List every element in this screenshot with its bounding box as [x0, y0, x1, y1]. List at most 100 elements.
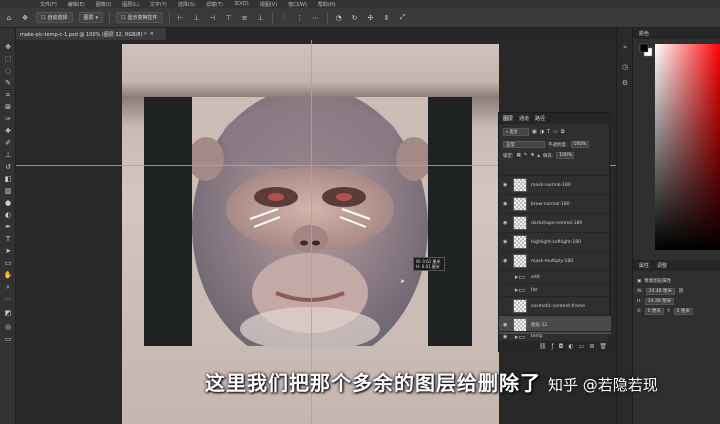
3d-pan-icon[interactable]: ✣ [366, 13, 376, 23]
visibility-eye-icon[interactable]: ◉ [503, 220, 509, 226]
menu-item-file[interactable]: 文件(F) [40, 1, 57, 8]
new-group-icon[interactable]: ▭ [579, 343, 585, 350]
filter-adjust-icon[interactable]: ◑ [540, 129, 544, 135]
blur-tool-icon[interactable]: ● [3, 198, 13, 208]
collapse-icon[interactable]: » [620, 42, 630, 52]
add-mask-icon[interactable]: ◘ [559, 343, 564, 350]
layer-row[interactable]: cosmetic-content-frame [499, 296, 611, 315]
height-input[interactable]: 24.48 厘米 [644, 297, 675, 305]
settings-icon[interactable]: ⚙ [620, 78, 630, 88]
menu-item-help[interactable]: 帮助(H) [318, 1, 336, 8]
brush-tool-icon[interactable]: ✐ [3, 138, 13, 148]
color-picker-field[interactable] [655, 44, 720, 250]
opacity-input[interactable]: 100% [570, 141, 589, 148]
tab-channels[interactable]: 通道 [519, 115, 529, 122]
screen-mode-icon[interactable]: ▭ [3, 334, 13, 344]
lock-all-icon[interactable]: 🔒︎ [537, 153, 539, 159]
more-tools-icon[interactable]: ⋯ [3, 294, 13, 304]
path-select-tool-icon[interactable]: ➤ [3, 246, 13, 256]
3d-mode-icon[interactable]: ◔ [334, 13, 344, 23]
more-options-icon[interactable]: ⋯ [311, 13, 321, 23]
move-tool-icon[interactable]: ✥ [3, 42, 13, 52]
menu-item-layer[interactable]: 图层(L) [122, 1, 139, 8]
fill-input[interactable]: 100% [556, 152, 575, 159]
show-transform-checkbox[interactable]: ☐ 显示变换控件 [116, 12, 163, 23]
lasso-tool-icon[interactable]: ◌ [3, 66, 13, 76]
width-input[interactable]: 24.48 厘米 [645, 287, 676, 295]
link-icon[interactable]: ⛓ [678, 289, 684, 294]
dodge-tool-icon[interactable]: ◐ [3, 210, 13, 220]
align-middle-icon[interactable]: ≡ [240, 13, 250, 23]
layer-style-icon[interactable]: ƒ [552, 343, 554, 350]
lock-paint-icon[interactable]: ✎ [524, 153, 528, 158]
visibility-eye-icon[interactable]: ◉ [503, 182, 509, 188]
visibility-eye-icon[interactable]: ◉ [503, 334, 509, 340]
align-bottom-icon[interactable]: ⊥ [256, 13, 266, 23]
layer-group-row[interactable]: ▸▭ edit [499, 270, 611, 283]
eraser-tool-icon[interactable]: ◧ [3, 174, 13, 184]
filter-type-icon[interactable]: T [547, 129, 550, 135]
blend-mode-select[interactable]: 正常 [503, 141, 545, 148]
target-select[interactable]: 图层 ▾ [78, 12, 104, 23]
menu-item-image[interactable]: 图像(I) [96, 1, 111, 8]
align-top-icon[interactable]: ⊤ [224, 13, 234, 23]
layer-group-row[interactable]: ◉ ▸▭ temp [499, 331, 611, 341]
document-tab[interactable]: make-pic-temp-c-1.psd @ 100% (图层 32, RGB… [16, 28, 166, 40]
lock-pixels-icon[interactable]: ▦ [517, 153, 521, 158]
move-tool-icon[interactable]: ✥ [20, 13, 30, 23]
filter-pixel-icon[interactable]: ▣ [532, 129, 537, 135]
pen-tool-icon[interactable]: ✒ [3, 222, 13, 232]
home-icon[interactable]: ⌂ [4, 13, 14, 23]
clone-stamp-tool-icon[interactable]: ⊥ [3, 150, 13, 160]
gradient-tool-icon[interactable]: ▥ [3, 186, 13, 196]
history-brush-tool-icon[interactable]: ↺ [3, 162, 13, 172]
tab-paths[interactable]: 路径 [535, 115, 545, 122]
type-tool-icon[interactable]: T [3, 234, 13, 244]
distribute-h-icon[interactable]: ⋮ [295, 13, 305, 23]
auto-select-checkbox[interactable]: ☐ 自动选择 [36, 12, 73, 23]
crop-tool-icon[interactable]: ⌗ [3, 90, 13, 100]
menu-item-window[interactable]: 窗口(W) [288, 1, 307, 8]
foreground-background-color-icon[interactable]: ◩ [3, 308, 13, 318]
tab-properties[interactable]: 属性 [639, 262, 649, 269]
align-center-icon[interactable]: ⊥ [192, 13, 202, 23]
layer-row[interactable]: ◉ darkshape-normal-180 [499, 213, 611, 232]
eyedropper-tool-icon[interactable]: ✑ [3, 114, 13, 124]
3d-rotate-icon[interactable]: ↻ [350, 13, 360, 23]
quick-mask-icon[interactable]: ◎ [3, 322, 13, 332]
lock-move-icon[interactable]: ✥ [531, 153, 535, 158]
frame-tool-icon[interactable]: ⊠ [3, 102, 13, 112]
quick-select-tool-icon[interactable]: ✎ [3, 78, 13, 88]
layer-group-row[interactable]: ▸▭ fat [499, 283, 611, 296]
align-left-icon[interactable]: ⊢ [176, 13, 186, 23]
tab-color[interactable]: 颜色 [639, 30, 649, 37]
menu-item-type[interactable]: 文字(Y) [150, 1, 167, 8]
visibility-eye-icon[interactable]: ◉ [503, 239, 509, 245]
tab-adjustments[interactable]: 调整 [657, 262, 667, 269]
tab-layers[interactable]: 图层 [503, 115, 513, 122]
new-layer-icon[interactable]: ⊞ [589, 343, 594, 350]
zoom-tool-icon[interactable]: ⌕ [3, 282, 13, 292]
y-input[interactable]: 0 厘米 [673, 307, 693, 315]
adjustment-layer-icon[interactable]: ◐ [568, 343, 573, 350]
delete-layer-icon[interactable]: 🗑︎ [599, 343, 607, 350]
marquee-tool-icon[interactable]: ⬚ [3, 54, 13, 64]
shape-tool-icon[interactable]: ▭ [3, 258, 13, 268]
menu-item-select[interactable]: 选择(S) [178, 1, 195, 8]
x-input[interactable]: 0 厘米 [644, 307, 664, 315]
layer-row[interactable]: ◉ brow-normal-180 [499, 194, 611, 213]
close-icon[interactable]: × [150, 31, 154, 37]
link-layers-icon[interactable]: ⛓ [539, 343, 547, 350]
layer-row[interactable]: ◉ mask-normal-180 [499, 175, 611, 194]
layer-row[interactable]: ◉ mask-multiply-180 [499, 251, 611, 270]
history-icon[interactable]: ◷ [620, 62, 630, 72]
distribute-icon[interactable]: ⫶ [279, 13, 289, 23]
healing-brush-tool-icon[interactable]: ✚ [3, 126, 13, 136]
3d-slide-icon[interactable]: ⇕ [382, 13, 392, 23]
visibility-eye-icon[interactable]: ◉ [503, 322, 509, 328]
hand-tool-icon[interactable]: ✋ [3, 270, 13, 280]
layer-row[interactable]: ◉ highlight-softlight-180 [499, 232, 611, 251]
visibility-eye-icon[interactable]: ◉ [503, 258, 509, 264]
menu-item-view[interactable]: 视图(V) [260, 1, 277, 8]
filter-smart-icon[interactable]: ⧉ [561, 129, 565, 135]
